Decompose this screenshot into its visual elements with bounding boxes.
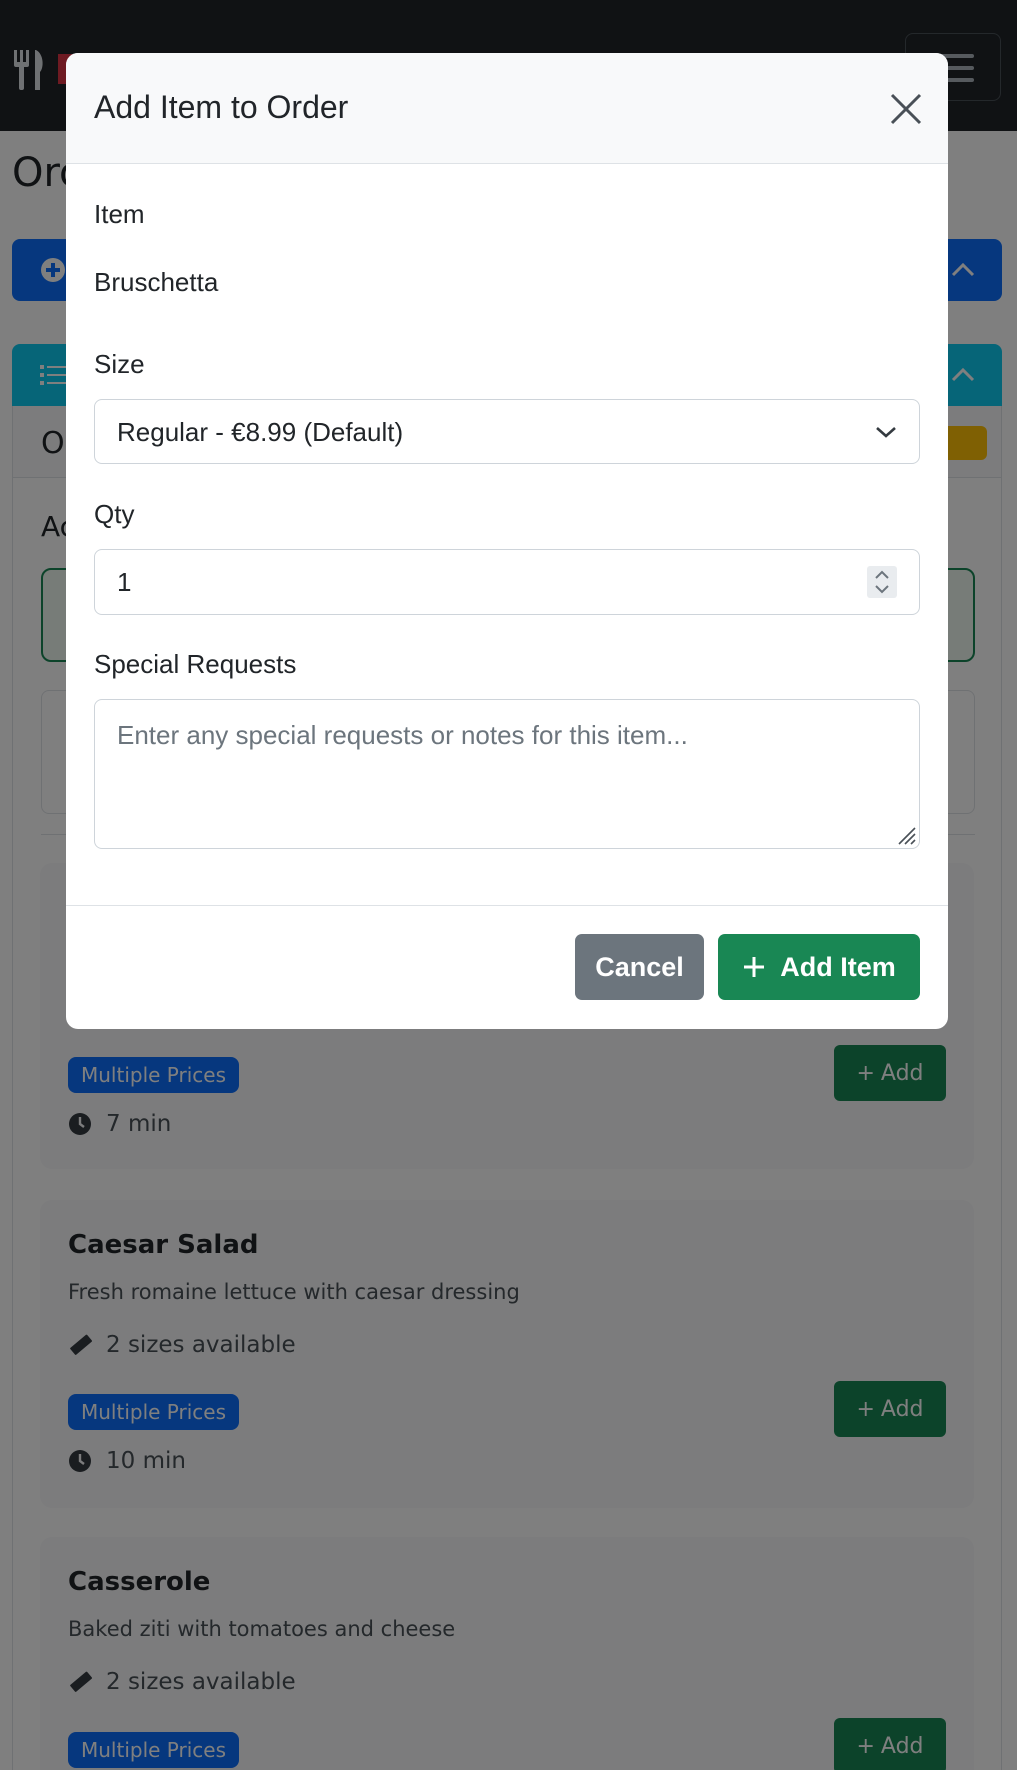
special-requests-placeholder: Enter any special requests or notes for … [117,720,688,750]
qty-value: 1 [117,567,132,597]
resize-handle-icon[interactable] [893,822,917,846]
size-label: Size [94,349,145,379]
item-label: Item [94,199,145,229]
cancel-button[interactable]: Cancel [575,934,704,1000]
qty-stepper[interactable] [867,566,897,598]
add-item-label: Add Item [780,951,896,982]
close-icon[interactable] [886,89,926,129]
plus-icon [744,957,765,977]
size-select[interactable]: Regular - €8.99 (Default) [94,399,920,464]
special-requests-textarea[interactable]: Enter any special requests or notes for … [94,699,920,849]
qty-input[interactable]: 1 [94,549,920,615]
item-value: Bruschetta [94,267,219,297]
qty-label: Qty [94,499,135,529]
stepper-arrows-icon [875,570,889,594]
modal-header: Add Item to Order [66,53,948,164]
size-select-value: Regular - €8.99 (Default) [117,417,404,447]
add-item-button[interactable]: Add Item [718,934,920,1000]
modal-footer: Cancel Add Item [66,905,948,1029]
chevron-down-icon [876,427,896,438]
special-requests-label: Special Requests [94,649,297,679]
add-item-modal: Add Item to Order Item Bruschetta Size R… [66,53,948,1029]
modal-title: Add Item to Order [94,89,349,125]
